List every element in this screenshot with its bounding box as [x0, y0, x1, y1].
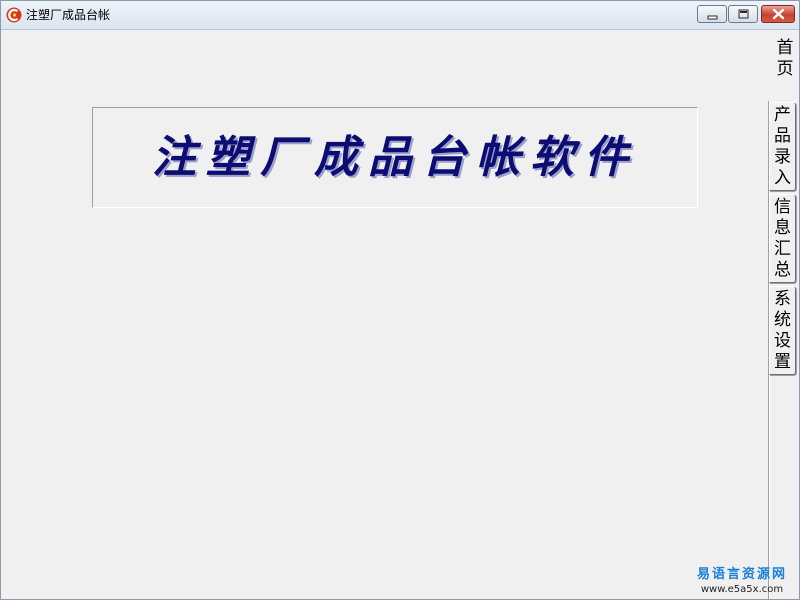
tab-product-entry-label: 产品录入	[774, 105, 791, 188]
tab-system-settings[interactable]: 系统设置	[769, 286, 796, 375]
maximize-icon	[738, 9, 749, 19]
banner-title: 注塑厂成品台帐软件	[152, 132, 638, 183]
tab-home[interactable]: 首页	[771, 35, 799, 101]
tab-product-entry[interactable]: 产品录入	[769, 102, 796, 191]
tab-home-label: 首页	[776, 38, 794, 79]
window-title: 注塑厂成品台帐	[26, 8, 111, 22]
minimize-icon	[707, 15, 718, 20]
close-icon	[772, 8, 785, 20]
title-banner: 注塑厂成品台帐软件	[92, 107, 698, 208]
title-bar[interactable]: 注塑厂成品台帐	[1, 1, 799, 30]
close-button[interactable]	[761, 5, 795, 23]
tab-info-summary-label: 信息汇总	[774, 197, 791, 280]
app-window: 注塑厂成品台帐 注塑厂成品台帐软件 首页 产品录入 信息汇总 系统设置 易语言资…	[0, 0, 800, 600]
app-logo-icon[interactable]	[6, 7, 22, 23]
main-content: 注塑厂成品台帐软件 首页 产品录入 信息汇总 系统设置 易语言资源网 www.e…	[1, 30, 799, 599]
watermark-url: www.e5a5x.com	[700, 584, 784, 595]
tab-info-summary[interactable]: 信息汇总	[769, 194, 796, 283]
tab-system-settings-label: 系统设置	[774, 289, 791, 372]
watermark: 易语言资源网 www.e5a5x.com	[687, 566, 797, 596]
minimize-button[interactable]	[697, 5, 727, 23]
watermark-title: 易语言资源网	[696, 567, 787, 582]
maximize-button[interactable]	[728, 5, 758, 23]
